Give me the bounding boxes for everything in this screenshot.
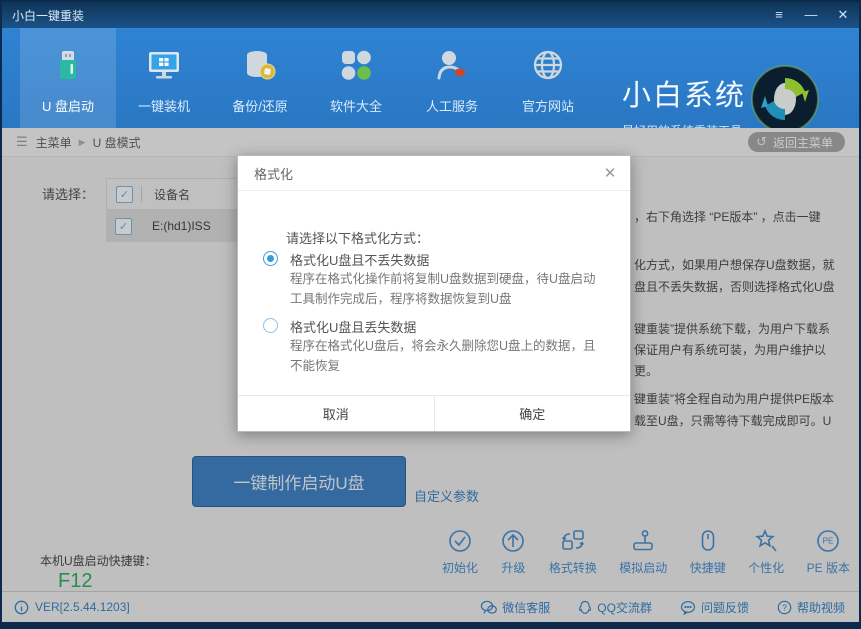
- dialog-header: 格式化 ✕: [238, 156, 630, 191]
- nav-item-software[interactable]: 软件大全: [308, 28, 404, 128]
- nav-item-one-key-install[interactable]: 一键装机: [116, 28, 212, 128]
- radio-lose-data[interactable]: [263, 318, 278, 333]
- ok-button[interactable]: 确定: [435, 396, 631, 431]
- nav-label: 一键装机: [138, 96, 190, 115]
- nav-label: U 盘启动: [42, 96, 94, 115]
- radio-keep-data[interactable]: [263, 251, 278, 266]
- monitor-icon: [146, 44, 182, 86]
- nav-items: U 盘启动 一键装机: [20, 28, 596, 128]
- cancel-button[interactable]: 取消: [238, 396, 435, 431]
- minimize-icon[interactable]: —: [803, 2, 819, 28]
- brand-logo-icon: [750, 64, 820, 134]
- option-lose-data-label[interactable]: 格式化U盘且丢失数据: [290, 317, 416, 336]
- globe-icon: [531, 44, 565, 86]
- top-navigation: U 盘启动 一键装机: [2, 28, 859, 128]
- menu-icon[interactable]: ≡: [771, 2, 787, 28]
- dialog-prompt: 请选择以下格式化方式：: [286, 228, 429, 247]
- app-window: 小白一键重装 ≡ — ✕ U 盘启动: [0, 0, 861, 629]
- dialog-title: 格式化: [254, 164, 293, 183]
- nav-item-backup-restore[interactable]: 备份/还原: [212, 28, 308, 128]
- option-keep-data-desc: 程序在格式化操作前将复制U盘数据到硬盘，待U盘启动工具制作完成后，程序将数据恢复…: [290, 269, 608, 309]
- nav-item-support[interactable]: 人工服务: [404, 28, 500, 128]
- brand-title: 小白系统: [622, 72, 746, 114]
- dialog-footer: 取消 确定: [238, 395, 630, 431]
- dialog-close-icon[interactable]: ✕: [602, 164, 618, 182]
- usb-icon: [51, 44, 85, 86]
- backup-icon: [243, 44, 277, 86]
- nav-label: 备份/还原: [232, 96, 288, 115]
- option-lose-data-desc: 程序在格式化U盘后，将会永久删除您U盘上的数据，且不能恢复: [290, 336, 608, 376]
- nav-label: 软件大全: [330, 96, 382, 115]
- software-icon: [339, 44, 373, 86]
- nav-label: 官方网站: [522, 96, 574, 115]
- option-keep-data-label[interactable]: 格式化U盘且不丢失数据: [290, 250, 429, 269]
- nav-item-usb-boot[interactable]: U 盘启动: [20, 28, 116, 128]
- nav-item-website[interactable]: 官方网站: [500, 28, 596, 128]
- window-controls: ≡ — ✕: [771, 2, 851, 28]
- app-title: 小白一键重装: [12, 7, 84, 24]
- service-icon: [435, 44, 469, 86]
- nav-label: 人工服务: [426, 96, 478, 115]
- close-icon[interactable]: ✕: [835, 2, 851, 28]
- title-bar: 小白一键重装 ≡ — ✕: [2, 2, 859, 28]
- format-dialog: 格式化 ✕ 请选择以下格式化方式： 格式化U盘且不丢失数据 程序在格式化操作前将…: [237, 155, 631, 432]
